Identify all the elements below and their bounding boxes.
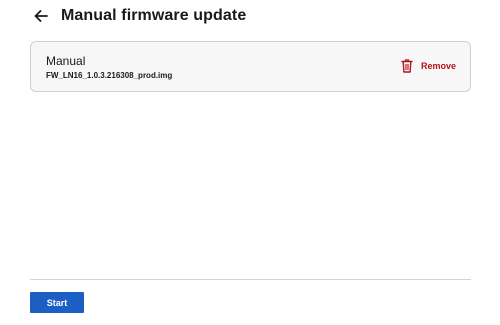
footer-divider: [30, 279, 471, 280]
remove-button[interactable]: Remove: [401, 59, 456, 73]
file-type-label: Manual: [46, 54, 86, 68]
page-header: Manual firmware update: [30, 4, 246, 28]
page-title: Manual firmware update: [61, 7, 247, 24]
start-button[interactable]: Start: [30, 292, 84, 313]
firmware-update-page: Manual firmware update Manual FW_LN16_1.…: [0, 0, 500, 325]
back-button[interactable]: [30, 5, 52, 27]
selected-file-card: Manual FW_LN16_1.0.3.216308_prod.img Rem…: [30, 41, 471, 92]
file-name: FW_LN16_1.0.3.216308_prod.img: [46, 71, 173, 80]
arrow-left-icon: [34, 10, 48, 22]
remove-label: Remove: [420, 61, 456, 71]
trash-icon: [401, 59, 413, 73]
